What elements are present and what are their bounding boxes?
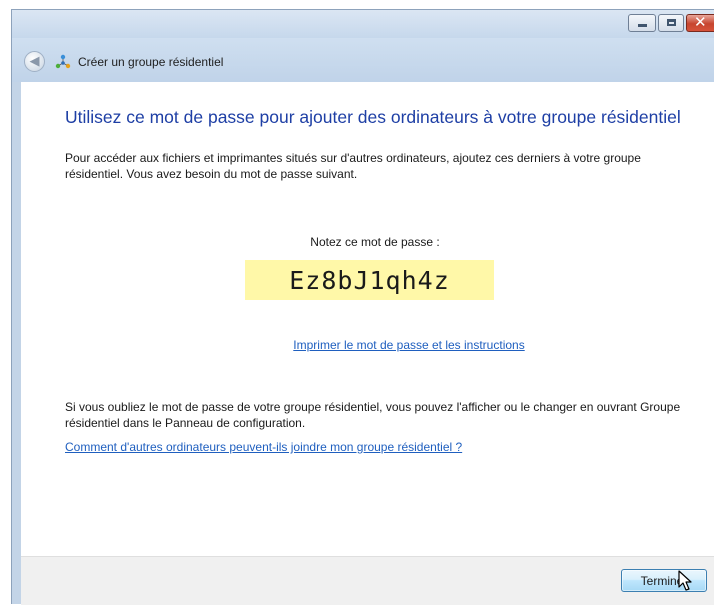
wizard-window: ✕ ◀ Créer un groupe résidentiel Utilisez… [11,9,714,605]
note-password-label: Notez ce mot de passe : [310,235,440,249]
minimize-icon [638,24,647,27]
title-bar[interactable]: ✕ [12,10,714,38]
navigation-bar: ◀ Créer un groupe résidentiel [12,38,714,82]
back-arrow-icon[interactable]: ◀ [24,51,45,72]
wizard-content: Utilisez ce mot de passe pour ajouter de… [21,82,714,556]
intro-text: Pour accéder aux fichiers et imprimantes… [65,151,641,181]
caption-buttons: ✕ [628,13,714,34]
wizard-footer: Terminer [21,556,714,605]
maximize-icon [667,19,676,26]
homegroup-icon [55,54,71,69]
forgot-password-text: Si vous oubliez le mot de passe de votre… [65,400,681,430]
print-password-link[interactable]: Imprimer le mot de passe et les instruct… [21,338,714,352]
minimize-button[interactable] [628,14,656,32]
join-homegroup-help-link[interactable]: Comment d'autres ordinateurs peuvent-ils… [65,440,462,454]
page-title: Utilisez ce mot de passe pour ajouter de… [65,107,681,127]
mouse-pointer-icon [678,570,692,591]
close-icon: ✕ [694,13,707,31]
close-button[interactable]: ✕ [686,13,714,32]
password-display: Ez8bJ1qh4z [245,260,494,300]
maximize-button[interactable] [658,14,684,32]
window-title: Créer un groupe résidentiel [78,55,224,69]
finish-button[interactable]: Terminer [621,569,707,592]
